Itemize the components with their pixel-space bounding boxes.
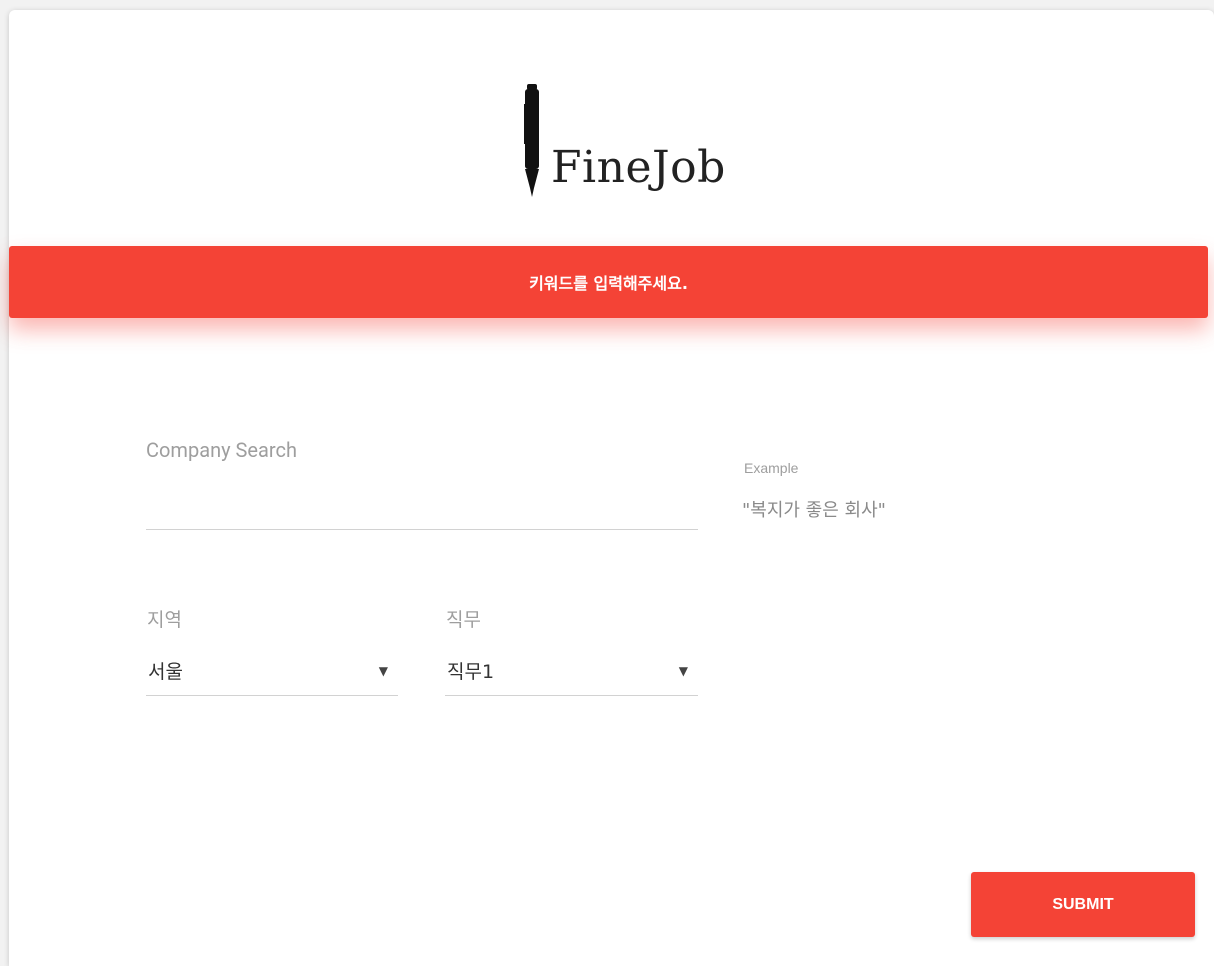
fountain-pen-icon (524, 84, 539, 197)
company-search-label: Company Search (146, 438, 297, 462)
example-label: Example (744, 460, 799, 476)
error-alert-banner: 키워드를 입력해주세요. (9, 246, 1208, 318)
job-label: 직무 (446, 609, 481, 631)
region-label: 지역 (147, 609, 182, 631)
job-selected-value: 직무1 (447, 661, 495, 683)
example-text: "복지가 좋은 회사" (742, 500, 886, 521)
dropdown-arrow-icon: ▼ (378, 663, 388, 678)
submit-button[interactable]: SUBMIT (971, 872, 1195, 937)
finejob-logo: FineJob (521, 84, 761, 204)
job-select[interactable]: 직무1 ▼ (445, 646, 698, 696)
region-selected-value: 서울 (148, 661, 183, 683)
search-card: FineJob 키워드를 입력해주세요. Company Search Exam… (9, 10, 1214, 966)
alert-message: 키워드를 입력해주세요. (529, 274, 688, 293)
region-select[interactable]: 서울 ▼ (146, 646, 398, 696)
company-search-input[interactable] (146, 480, 698, 530)
logo-text: FineJob (551, 142, 726, 193)
dropdown-arrow-icon: ▼ (678, 663, 688, 678)
